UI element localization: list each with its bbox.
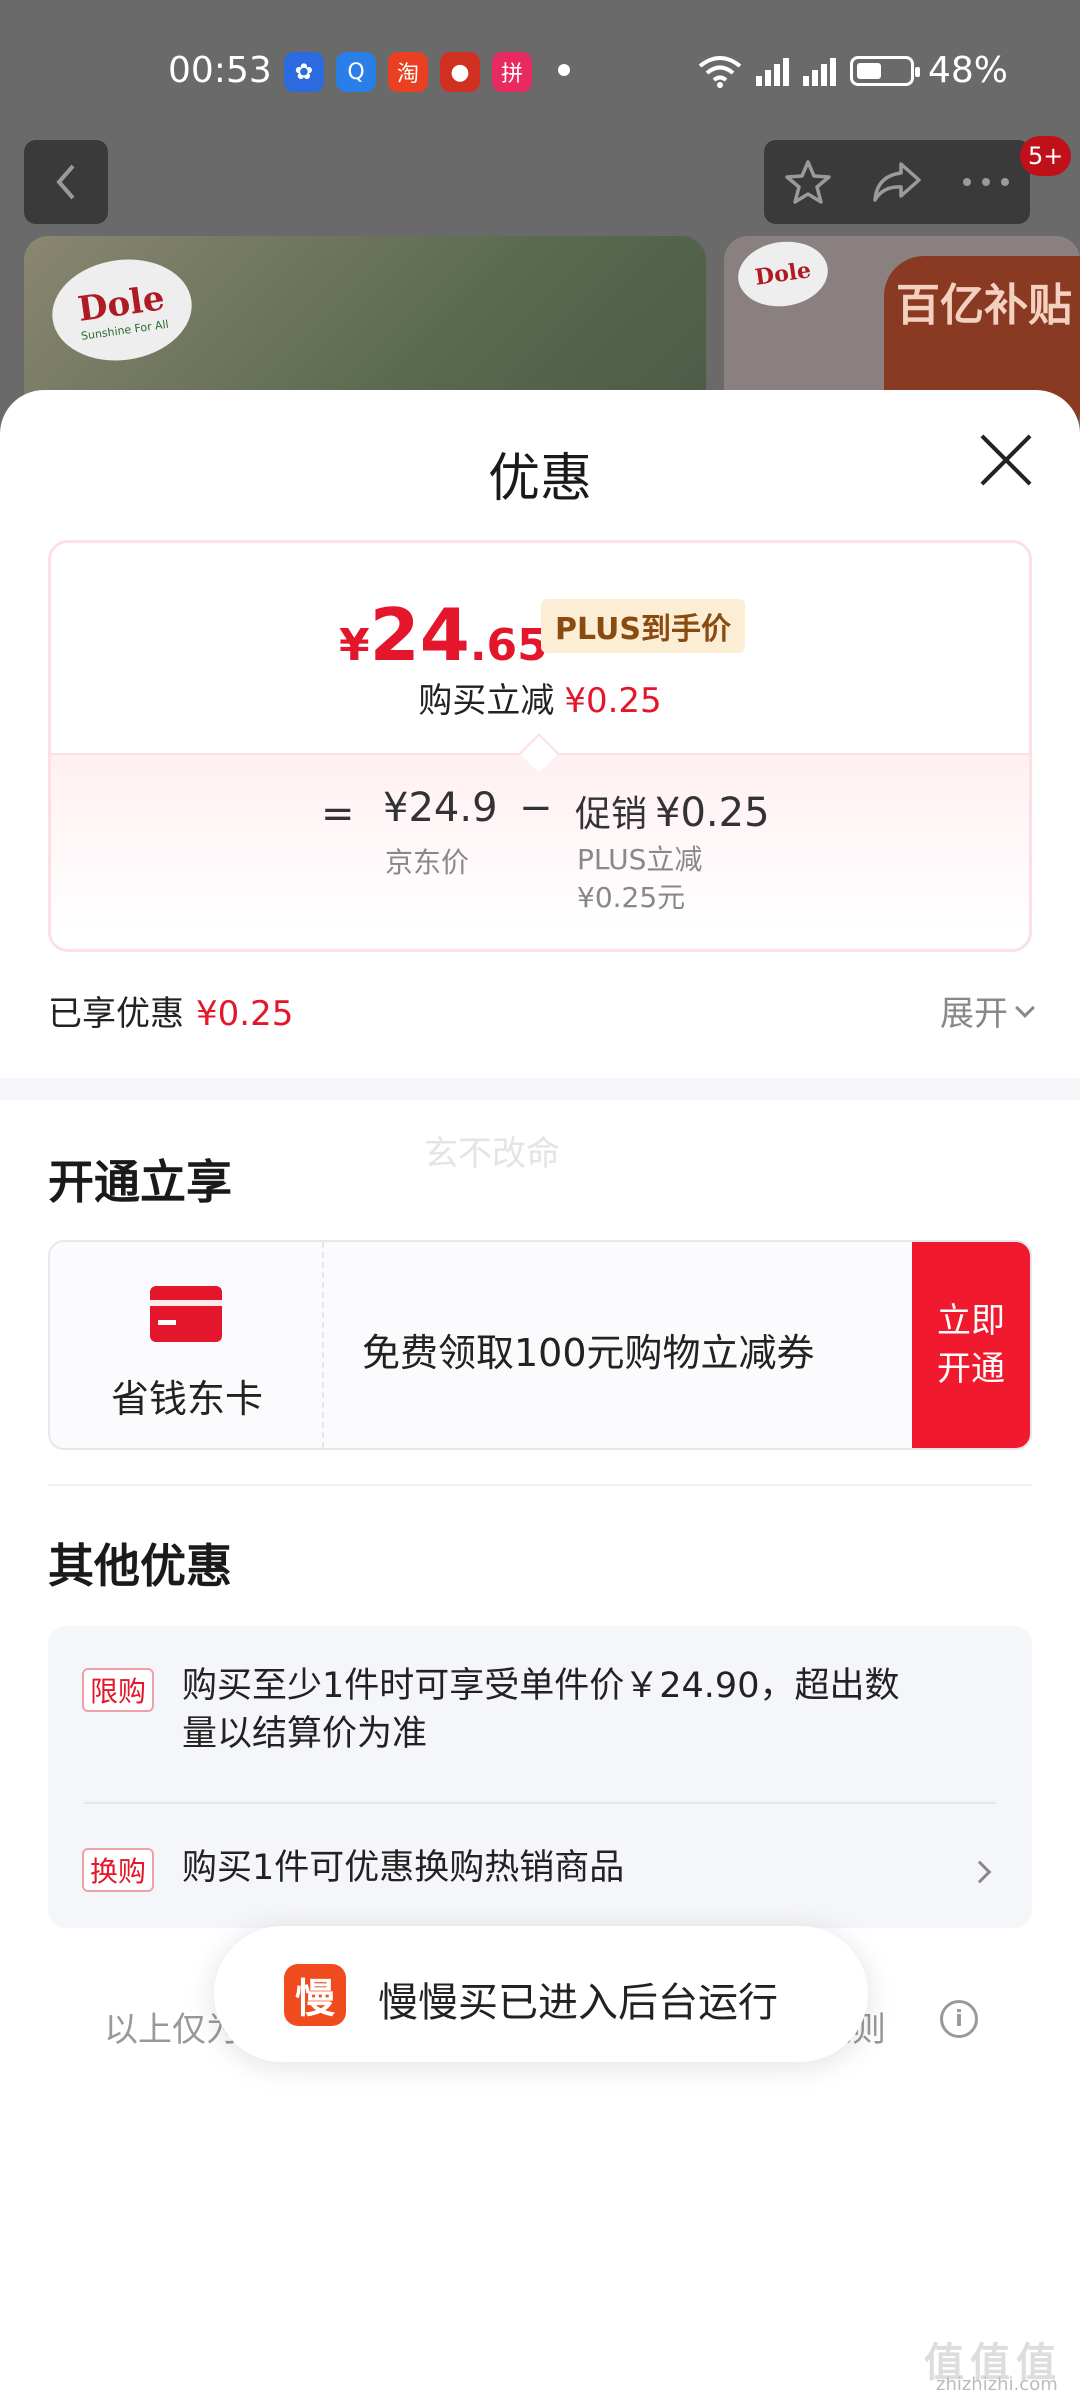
more-notifications-icon	[558, 64, 570, 76]
site-watermark-url: zhizhizhi.com	[936, 2374, 1058, 2395]
wifi-icon	[698, 55, 742, 88]
top-action-group	[764, 140, 1030, 224]
back-button[interactable]	[24, 140, 108, 224]
discount-sheet: 优惠 ¥ 24 .65 PLUS到手价 购买立减 ¥0.25 = ¥24.9 京东…	[0, 390, 1080, 2400]
more-icon[interactable]	[961, 176, 1011, 188]
sheet-title: 优惠	[487, 449, 592, 509]
chevron-down-icon	[1015, 997, 1035, 1018]
open-section-title: 开通立享	[48, 1155, 232, 1209]
other-section-title: 其他优惠	[48, 1539, 232, 1593]
final-price: ¥ 24 .65	[339, 593, 548, 677]
open-now-button[interactable]: 立即开通	[912, 1242, 1030, 1448]
price-summary: ¥ 24 .65 PLUS到手价 购买立减 ¥0.25	[51, 543, 1029, 753]
other-offers-list: 限购 购买至少1件时可享受单件价￥24.90，超出数 量以结算价为准 换购 购买…	[48, 1626, 1032, 1928]
background-toast: 慢 慢慢买已进入后台运行	[214, 1926, 868, 2062]
status-right: 48%	[698, 50, 1008, 91]
signal-2-icon	[802, 56, 836, 86]
price-calculation: = ¥24.9 京东价 − 促销 ¥0.25 PLUS立减 ¥0.25元	[51, 753, 1029, 949]
status-bar: 00:53 ✿ Q 淘 ● 拼 48%	[0, 0, 1080, 140]
toast-message: 慢慢买已进入后台运行	[378, 1980, 778, 2026]
star-icon[interactable]	[783, 157, 833, 207]
card-description: 免费领取100元购物立减券	[362, 1331, 815, 1375]
equals-sign: =	[321, 791, 355, 837]
card-name: 省钱东卡	[110, 1377, 263, 1421]
chevron-left-icon	[56, 164, 75, 200]
taobao-app-icon: 淘	[388, 52, 428, 92]
section-divider	[0, 1078, 1080, 1100]
savings-card-offer[interactable]: 省钱东卡 免费领取100元购物立减券 立即开通	[48, 1240, 1032, 1450]
status-time: 00:53	[168, 50, 272, 91]
user-watermark: 玄不改命	[424, 1134, 560, 1174]
dole-logo: Dole Sunshine For All	[45, 250, 199, 370]
price-breakdown-card: ¥ 24 .65 PLUS到手价 购买立减 ¥0.25 = ¥24.9 京东价 −…	[48, 540, 1032, 952]
baidu-app-icon: ✿	[284, 52, 324, 92]
exchange-text: 购买1件可优惠换购热销商品	[182, 1848, 625, 1888]
enjoyed-discount: 已享优惠 ¥0.25	[48, 994, 294, 1034]
battery-percent: 48%	[927, 50, 1008, 91]
jd-price: ¥24.9	[383, 785, 498, 831]
game-app-icon: ●	[440, 52, 480, 92]
card-icon	[150, 1286, 222, 1342]
message-count-badge: 5+	[1020, 136, 1072, 176]
dole-logo-small: Dole	[733, 236, 833, 312]
expand-button[interactable]: 展开	[940, 986, 1035, 1035]
plus-discount-label: PLUS立减 ¥0.25元	[577, 843, 703, 914]
search-app-icon: Q	[336, 52, 376, 92]
manmanbuy-app-icon: 慢	[284, 1964, 346, 2026]
limit-tag: 限购	[82, 1668, 155, 1712]
pinduoduo-app-icon: 拼	[492, 52, 532, 92]
buy-reduce-line: 购买立减 ¥0.25	[418, 681, 662, 721]
savings-card-info: 省钱东卡	[50, 1242, 324, 1448]
promo-discount: 促销 ¥0.25	[575, 790, 770, 836]
background-page: 00:53 ✿ Q 淘 ● 拼 48% 5+ Dole Sunshine For…	[0, 0, 1080, 436]
chevron-right-icon	[968, 1860, 992, 1884]
signal-1-icon	[755, 56, 789, 86]
close-icon[interactable]	[976, 430, 1036, 490]
info-icon[interactable]: i	[940, 2000, 978, 2038]
divider-line	[48, 1484, 1032, 1486]
share-icon[interactable]	[871, 160, 923, 204]
notification-icons: ✿ Q 淘 ● 拼	[284, 52, 532, 92]
jd-price-label: 京东价	[385, 846, 470, 879]
exchange-tag: 换购	[82, 1848, 155, 1892]
limit-text: 购买至少1件时可享受单件价￥24.90，超出数 量以结算价为准	[182, 1666, 900, 1754]
minus-sign: −	[519, 785, 553, 831]
list-divider	[84, 1802, 996, 1804]
battery-icon	[849, 55, 920, 86]
plus-price-tag: PLUS到手价	[541, 599, 746, 653]
